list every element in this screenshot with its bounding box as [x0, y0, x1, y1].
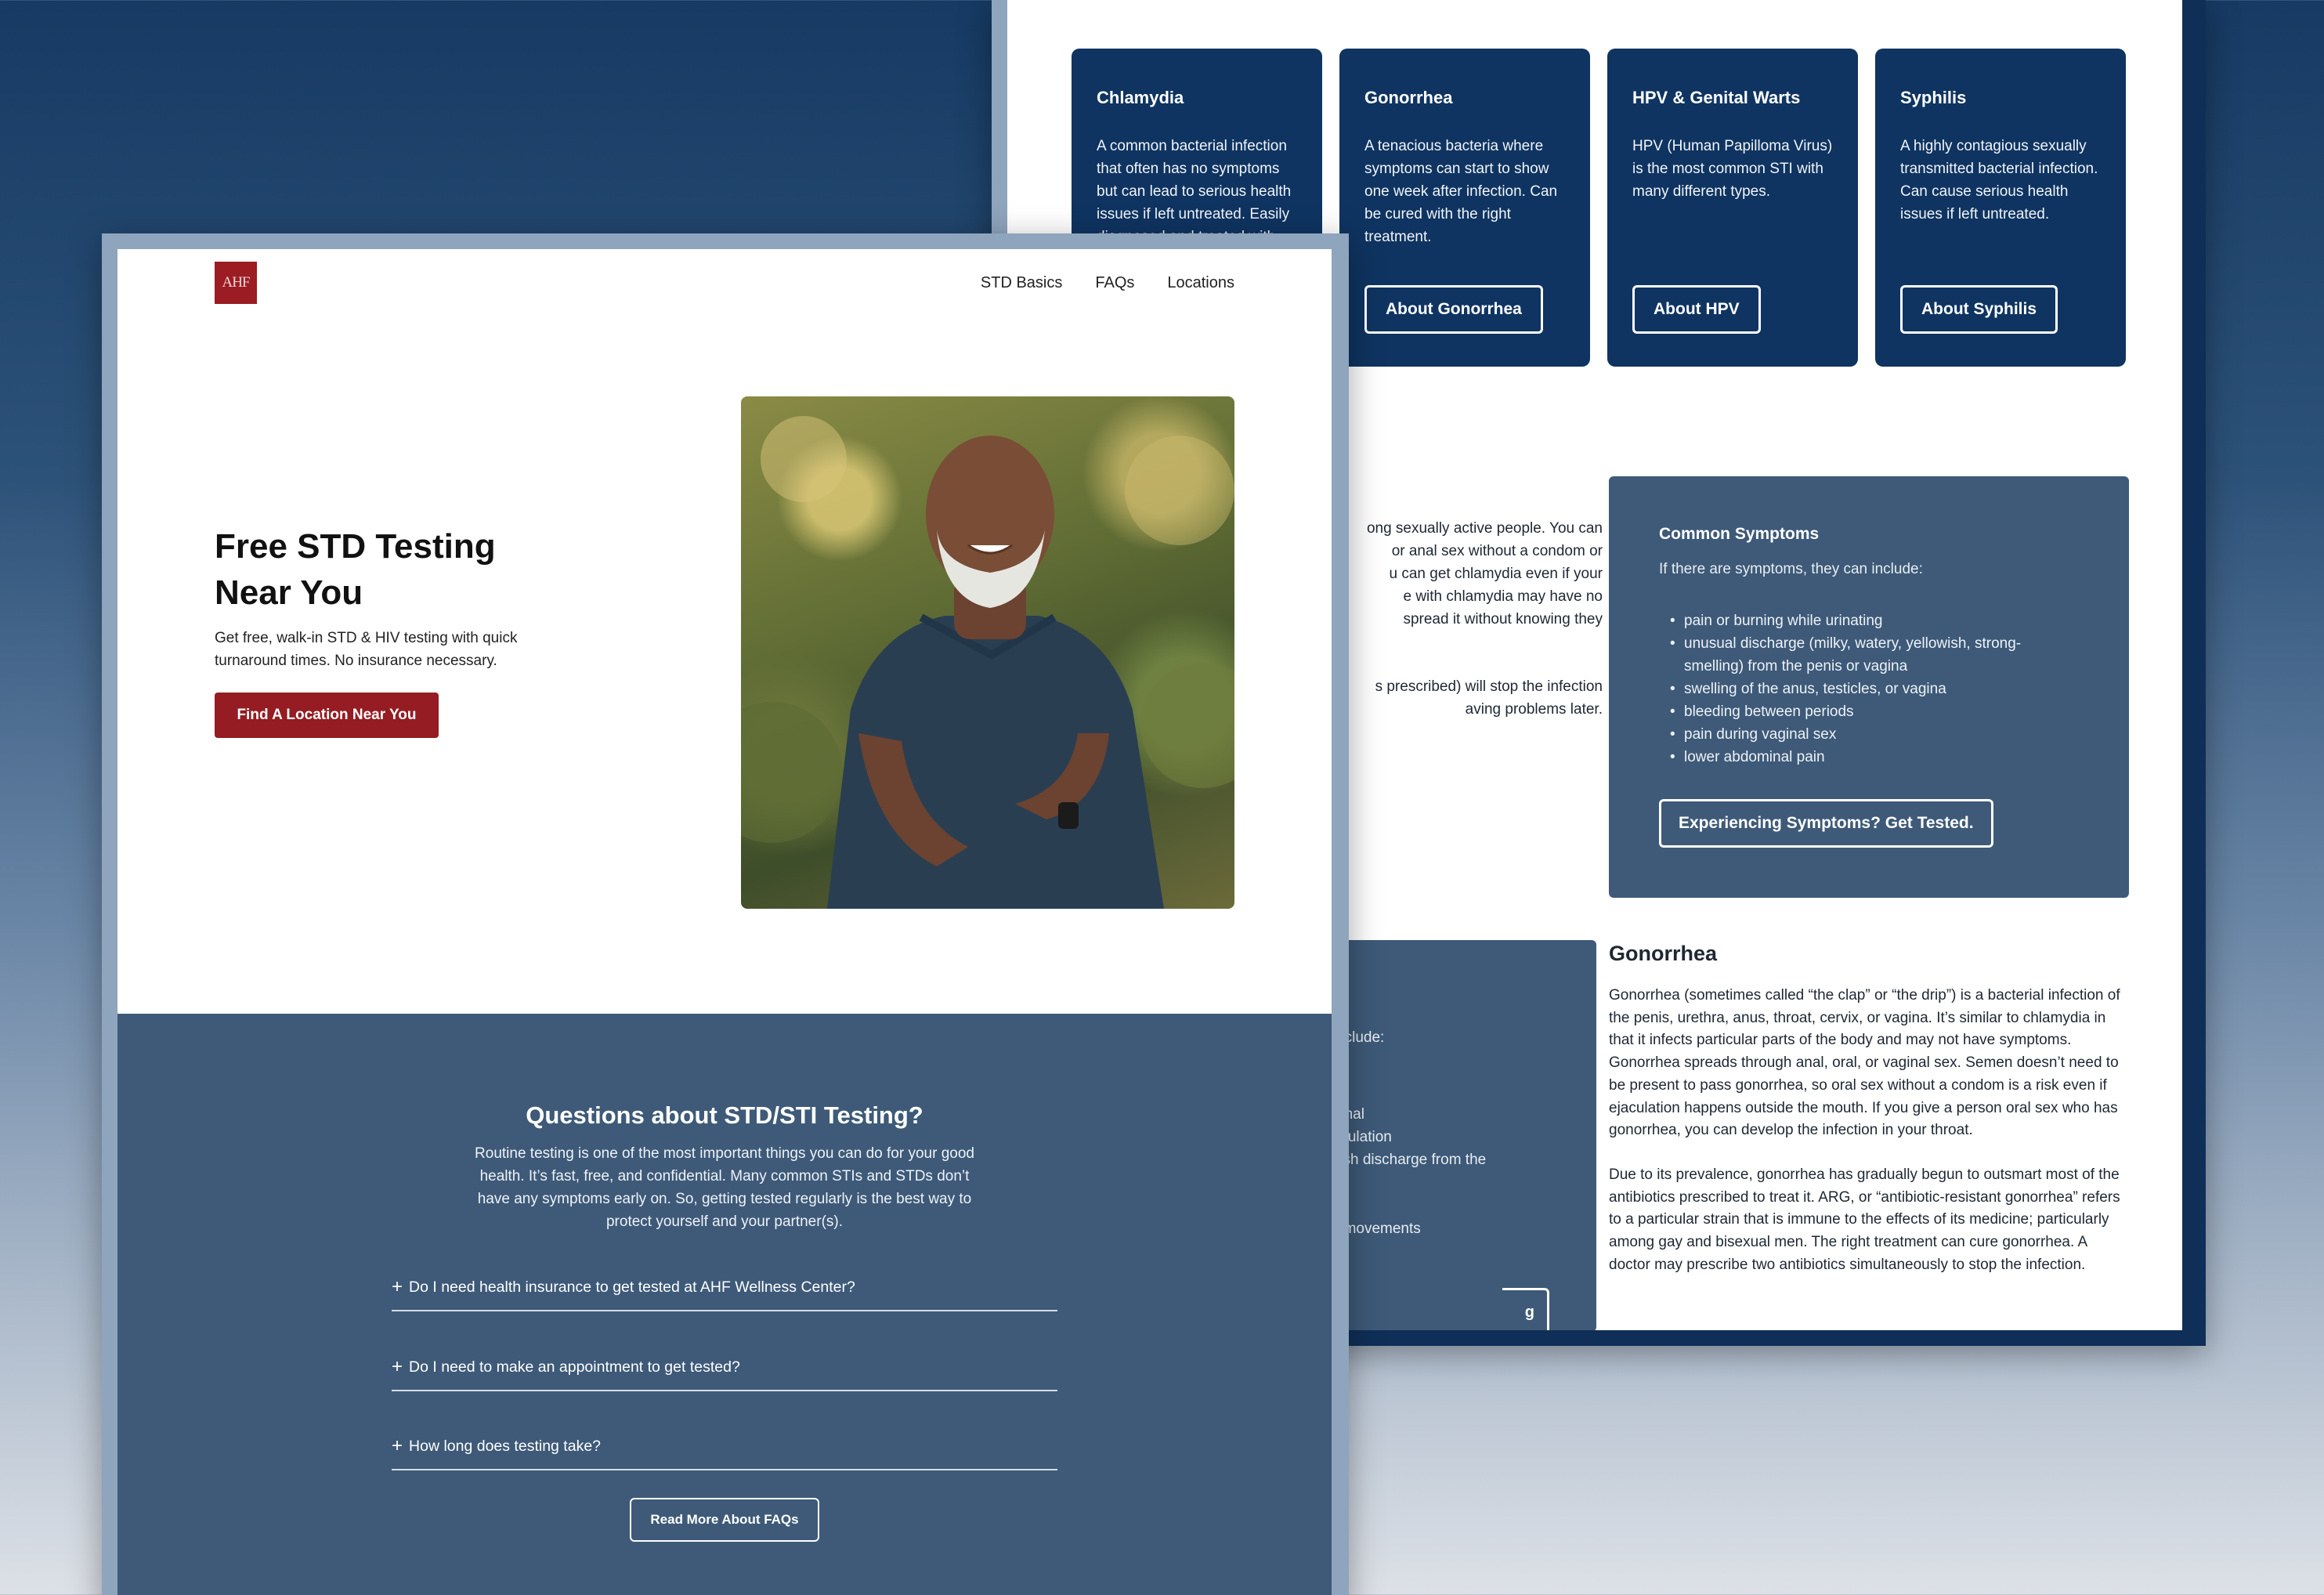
get-tested-button[interactable]: Experiencing Symptoms? Get Tested.: [1659, 799, 1993, 848]
paragraph: Due to its prevalence, gonorrhea has gra…: [1609, 1166, 2120, 1273]
about-hpv-button[interactable]: About HPV: [1632, 285, 1761, 334]
list-item: pain or burning while urinating: [1670, 609, 2079, 632]
plus-icon: +: [392, 1356, 403, 1377]
gonorrhea-get-tested-button[interactable]: g: [1502, 1288, 1549, 1330]
find-location-button[interactable]: Find A Location Near You: [215, 693, 439, 738]
section-title: Gonorrhea: [1609, 942, 1718, 965]
front-page-window: AHF STD Basics FAQs Locations Free STD T…: [102, 233, 1349, 1595]
main-nav: STD Basics FAQs Locations: [981, 274, 1234, 292]
nav-locations[interactable]: Locations: [1167, 274, 1234, 292]
hero-subtitle: Get free, walk-in STD & HIV testing with…: [215, 630, 518, 669]
hero-title: Free STD Testing Near You: [215, 527, 496, 612]
faq-intro: Routine testing is one of the most impor…: [475, 1145, 974, 1230]
card-title: Gonorrhea: [1364, 88, 1453, 107]
faq-title: Questions about STD/STI Testing?: [526, 1101, 923, 1129]
symptoms-list: pain or burning while urinating unusual …: [1670, 609, 2079, 769]
symptoms-intro: If there are symptoms, they can include:: [1659, 561, 1923, 577]
chlamydia-treatment-fragment: s prescribed) will stop the infection av…: [1375, 678, 1603, 718]
faq-item-appointment[interactable]: + Do I need to make an appointment to ge…: [392, 1344, 1057, 1391]
card-text: HPV (Human Papilloma Virus) is the most …: [1632, 138, 1833, 200]
card-gonorrhea[interactable]: Gonorrhea A tenacious bacteria where sym…: [1339, 49, 1590, 367]
nav-faqs[interactable]: FAQs: [1095, 274, 1134, 292]
common-symptoms-box: Common Symptoms If there are symptoms, t…: [1609, 476, 2129, 898]
card-hpv[interactable]: HPV & Genital Warts HPV (Human Papilloma…: [1607, 49, 1858, 367]
smiling-man-illustration: [741, 416, 1234, 909]
plus-icon: +: [392, 1276, 403, 1297]
card-title: Syphilis: [1900, 88, 1967, 107]
paragraph: Gonorrhea (sometimes called “the clap” o…: [1609, 987, 2120, 1139]
about-gonorrhea-button[interactable]: About Gonorrhea: [1364, 285, 1543, 334]
chlamydia-text-fragment: ong sexually active people. You can or a…: [1366, 520, 1603, 628]
faq-item-duration[interactable]: + How long does testing take?: [392, 1423, 1057, 1470]
card-text: A tenacious bacteria where symptoms can …: [1364, 138, 1558, 245]
faq-item-insurance[interactable]: + Do I need health insurance to get test…: [392, 1264, 1057, 1311]
card-syphilis[interactable]: Syphilis A highly contagious sexually tr…: [1875, 49, 2126, 367]
faq-section: Questions about STD/STI Testing? Routine…: [117, 1014, 1332, 1595]
list-item: swelling of the anus, testicles, or vagi…: [1670, 678, 2079, 700]
about-syphilis-button[interactable]: About Syphilis: [1900, 285, 2058, 334]
gonorrhea-section: Gonorrhea Gonorrhea (sometimes called “t…: [1609, 942, 2129, 1298]
card-title: Chlamydia: [1097, 88, 1184, 107]
nav-std-basics[interactable]: STD Basics: [981, 274, 1062, 292]
symptoms-title: Common Symptoms: [1659, 525, 1820, 543]
gonorrhea-symptoms-box: n include: ominal ejaculation owish disc…: [1321, 940, 1596, 1330]
home-page: AHF STD Basics FAQs Locations Free STD T…: [117, 249, 1332, 1595]
list-item: unusual discharge (milky, watery, yellow…: [1670, 632, 2079, 678]
plus-icon: +: [392, 1435, 403, 1456]
list-item: bleeding between periods: [1670, 700, 2079, 723]
list-item: pain during vaginal sex: [1670, 723, 2079, 746]
card-text: A highly contagious sexually transmitted…: [1900, 138, 2098, 222]
ahf-logo[interactable]: AHF: [215, 262, 257, 304]
card-title: HPV & Genital Warts: [1632, 88, 1801, 107]
hero-photo: [741, 396, 1234, 909]
list-item: lower abdominal pain: [1670, 746, 2079, 769]
read-more-faqs-button[interactable]: Read More About FAQs: [630, 1498, 819, 1542]
